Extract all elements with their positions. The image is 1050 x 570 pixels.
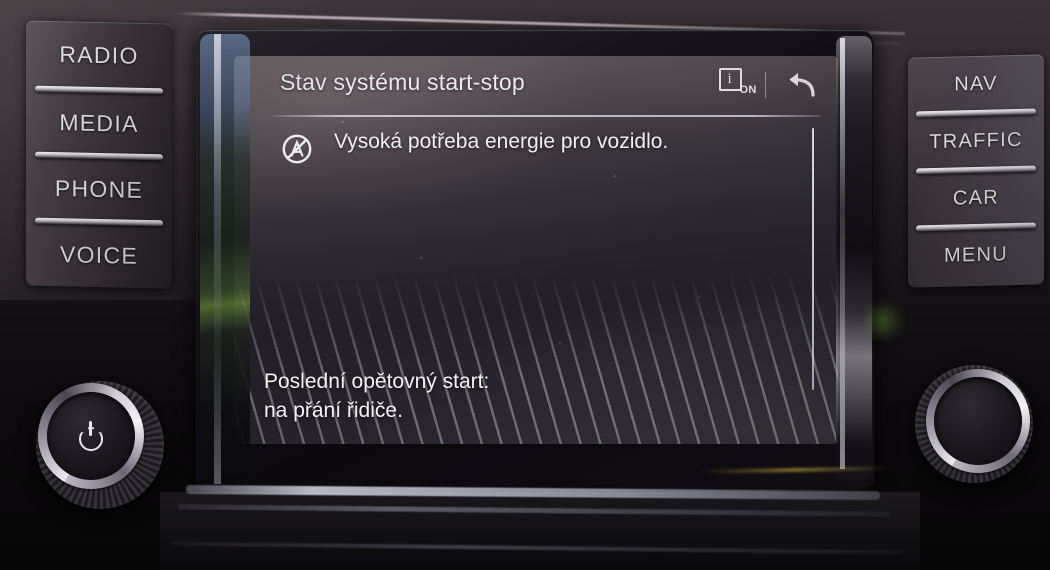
tune-scroll-knob[interactable] (915, 365, 1033, 483)
start-stop-disabled-icon (280, 132, 314, 166)
back-arrow-svg (789, 73, 815, 97)
media-button-label: MEDIA (59, 108, 139, 137)
phone-button-label: PHONE (54, 174, 144, 203)
info-icon-sublabel: ON (739, 84, 757, 96)
screen-header: Stav systému start-stop i ON (234, 56, 838, 117)
menu-button[interactable]: MENU (908, 225, 1044, 285)
page-title: Stav systému start-stop (280, 69, 525, 95)
menu-button-label: MENU (943, 243, 1009, 267)
voice-button-label: VOICE (59, 240, 139, 269)
traffic-button[interactable]: TRAFFIC (908, 111, 1044, 171)
info-on-icon[interactable]: i ON (718, 68, 756, 102)
status-message-text: Vysoká potřeba energie pro vozidlo. (334, 130, 669, 153)
right-button-panel: NAV TRAFFIC CAR MENU (908, 54, 1044, 288)
car-button-label: CAR (952, 186, 1000, 210)
power-volume-knob[interactable] (36, 381, 164, 509)
status-message-row: Vysoká potřeba energie pro vozidlo. (280, 130, 668, 166)
nav-button-label: NAV (954, 72, 998, 96)
traffic-button-label: TRAFFIC (929, 128, 1023, 154)
back-arrow-icon[interactable] (780, 70, 816, 100)
vertical-scrollbar[interactable] (812, 128, 814, 390)
info-icon-glyph: i (727, 71, 732, 87)
voice-button[interactable]: VOICE (26, 220, 172, 288)
infotainment-display[interactable]: Stav systému start-stop i ON Vysoká potř… (234, 56, 838, 444)
tune-knob-face (934, 377, 1022, 465)
header-icon-group: i ON (718, 68, 817, 102)
last-restart-info: Poslední opětovný start: na přání řidiče… (264, 368, 489, 426)
head-unit-screenshot: RADIO MEDIA PHONE VOICE NAV TRAFFIC CAR … (0, 0, 1050, 570)
header-icon-divider (764, 72, 766, 98)
power-knob-face (47, 392, 135, 480)
last-restart-label: Poslední opětovný start: (264, 370, 490, 394)
radio-button[interactable]: RADIO (26, 20, 172, 91)
power-icon (76, 421, 106, 451)
radio-button-label: RADIO (59, 40, 139, 69)
left-button-panel: RADIO MEDIA PHONE VOICE (26, 20, 172, 289)
header-separator (272, 115, 820, 117)
start-stop-disabled-svg (282, 134, 312, 164)
media-button[interactable]: MEDIA (26, 88, 172, 157)
phone-button[interactable]: PHONE (26, 154, 172, 223)
last-restart-value: na přání řidiče. (264, 399, 403, 423)
nav-button[interactable]: NAV (908, 54, 1044, 114)
car-button[interactable]: CAR (908, 168, 1044, 228)
